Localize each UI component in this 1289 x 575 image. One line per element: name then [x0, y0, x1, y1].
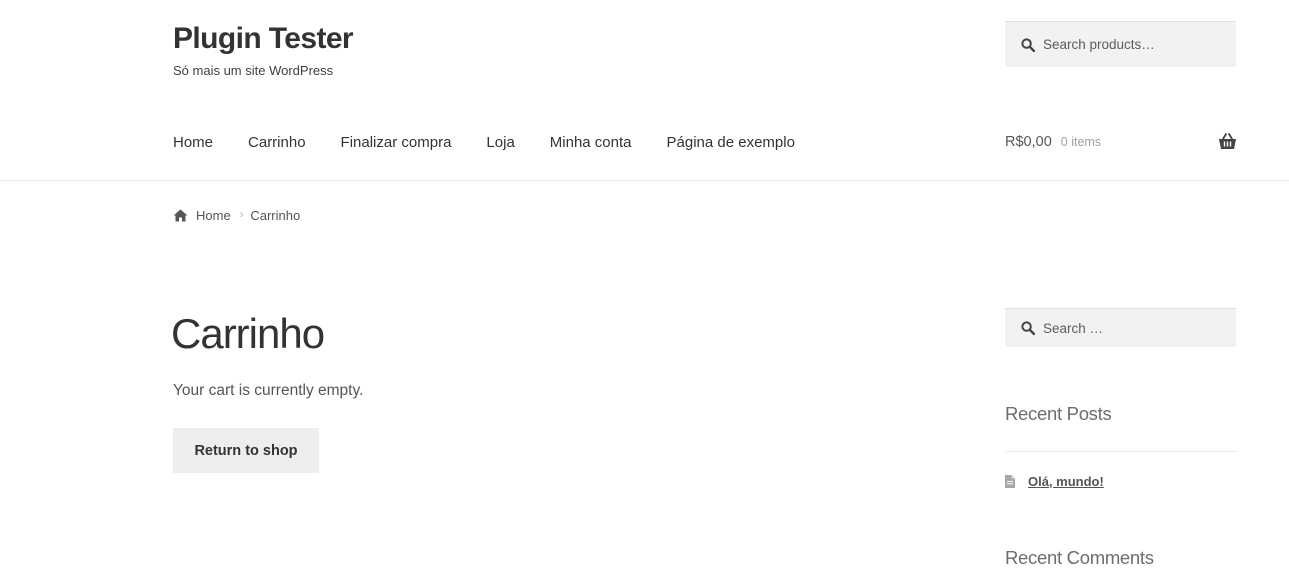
page-title: Carrinho: [171, 310, 325, 357]
nav-item-minha-conta[interactable]: Minha conta: [550, 134, 632, 151]
breadcrumb-home-link[interactable]: Home: [196, 208, 231, 223]
primary-navigation: Home Carrinho Finalizar compra Loja Minh…: [173, 130, 830, 154]
recent-post-link[interactable]: Olá, mundo!: [1028, 474, 1104, 489]
header-cart[interactable]: R$0,00 0 items: [1005, 130, 1237, 154]
breadcrumb-separator: ›: [239, 209, 244, 221]
nav-item-pagina-de-exemplo[interactable]: Página de exemplo: [667, 134, 795, 151]
nav-item-loja[interactable]: Loja: [486, 134, 514, 151]
recent-comments-title: Recent Comments: [1005, 547, 1154, 568]
nav-item-finalizar-compra[interactable]: Finalizar compra: [341, 134, 452, 151]
sidebar-search-input[interactable]: Search …: [1043, 321, 1103, 336]
site-header: Plugin Tester Só mais um site WordPress …: [0, 0, 1289, 181]
widget-divider: [1005, 451, 1236, 452]
basket-icon: [1219, 133, 1236, 149]
recent-post-item: Olá, mundo!: [1005, 472, 1104, 490]
recent-posts-title: Recent Posts: [1005, 403, 1112, 424]
breadcrumb: Home › Carrinho: [173, 206, 300, 224]
cart-count: 0 items: [1060, 135, 1102, 149]
search-icon: [1021, 37, 1035, 52]
cart-empty-message: Your cart is currently empty.: [173, 382, 364, 399]
return-to-shop-button[interactable]: Return to shop: [173, 428, 319, 473]
product-search-box[interactable]: Search products…: [1005, 21, 1236, 67]
site-title[interactable]: Plugin Tester: [173, 22, 354, 56]
site-tagline: Só mais um site WordPress: [173, 63, 334, 78]
document-icon: [1005, 474, 1015, 488]
nav-item-carrinho[interactable]: Carrinho: [248, 134, 306, 151]
home-icon: [173, 209, 188, 221]
search-icon: [1021, 321, 1035, 335]
breadcrumb-current: Carrinho: [250, 207, 301, 223]
cart-total: R$0,00: [1005, 134, 1052, 150]
sidebar-search-box[interactable]: Search …: [1005, 308, 1236, 347]
product-search-input[interactable]: Search products…: [1043, 37, 1155, 52]
nav-item-home[interactable]: Home: [173, 134, 213, 151]
